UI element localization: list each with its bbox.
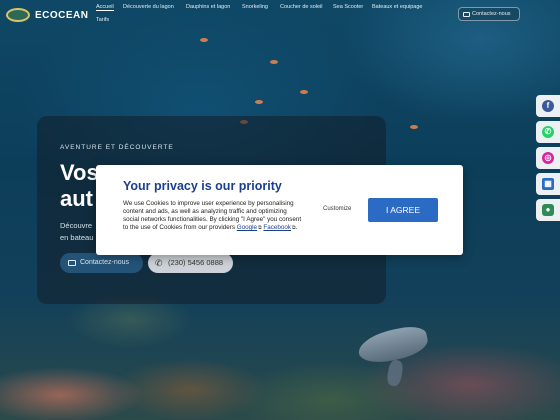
nav-item-snorkeling[interactable]: Snorkeling [242,4,268,10]
hero-phone-label: (230) 5456 0888 [168,258,224,267]
hero-title: Vos aut [60,160,99,212]
mail-icon [463,12,470,17]
instagram-button[interactable]: ◎ [536,147,560,169]
agree-button[interactable]: I AGREE [368,198,438,222]
hero-eyebrow: Aventure et découverte [60,144,174,151]
facebook-icon: f [542,100,554,112]
fish-decoration [200,38,208,42]
external-link-icon: ⧉ [258,225,262,231]
privacy-title: Your privacy is our priority [123,179,282,193]
nav-item-coucher-de-soleil[interactable]: Coucher de soleil [280,4,323,10]
fish-decoration [255,100,263,104]
calendar-icon: ▦ [542,178,554,190]
instagram-icon: ◎ [542,152,554,164]
mail-icon [68,260,76,266]
phone-icon: ✆ [155,258,163,268]
customize-button[interactable]: Customize [323,206,351,212]
logo-icon[interactable] [6,8,30,22]
chat-icon: ● [542,204,554,216]
header-contact-label: Contactez-nous [472,11,511,17]
facebook-button[interactable]: f [536,95,560,117]
whatsapp-button[interactable]: ✆ [536,121,560,143]
fish-decoration [300,90,308,94]
nav-item-tarifs[interactable]: Tarifs [96,17,109,23]
hero-contact-label: Contactez-nous [80,259,130,266]
nav-item-accueil[interactable]: Accueil [96,4,114,11]
hero-title-line-2: aut [60,186,93,211]
nav-item-dauphins-et-lagon[interactable]: Dauphins et lagon [186,4,230,10]
whatsapp-icon: ✆ [542,126,554,138]
hero-phone-button[interactable]: ✆ (230) 5456 0888 [148,253,233,273]
header-contact-button[interactable]: Contactez-nous [458,7,520,21]
privacy-text-end: . [295,224,298,231]
facebook-link[interactable]: Facebook [263,224,291,231]
nav-item-bateaux-et-equipage[interactable]: Bateaux et equipage [372,4,422,10]
site-header: ECOCEAN Accueil Découverte du lagon Daup… [0,0,560,32]
privacy-text: We use Cookies to improve user experienc… [123,200,303,232]
fish-decoration [270,60,278,64]
google-link[interactable]: Google [237,224,257,231]
chat-button[interactable]: ● [536,199,560,221]
privacy-dialog: Your privacy is our priority We use Cook… [96,165,463,255]
nav-item-decouverte-du-lagon[interactable]: Découverte du lagon [123,4,174,10]
nav-item-sea-scooter[interactable]: Sea Scooter [333,4,363,10]
calendar-button[interactable]: ▦ [536,173,560,195]
hero-contact-button[interactable]: Contactez-nous [60,253,143,273]
hero-title-line-1: Vos [60,160,99,185]
fish-decoration [410,125,418,129]
brand-name[interactable]: ECOCEAN [35,10,89,21]
